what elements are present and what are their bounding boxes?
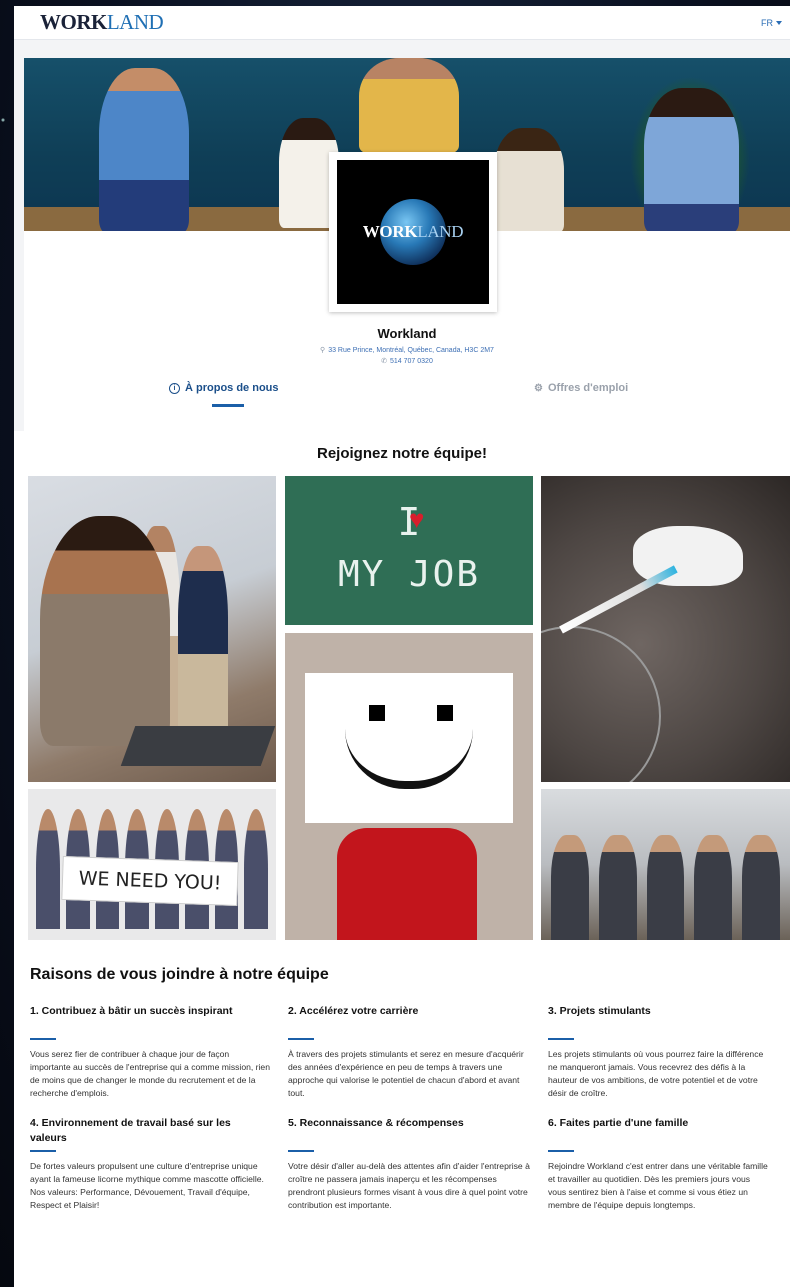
photo-office-team	[541, 789, 790, 940]
photo-we-need-you: WE NEED YOU!	[28, 789, 276, 940]
company-info: Workland ⚲ 33 Rue Prince, Montréal, Québe…	[24, 326, 790, 367]
we-need-you-sign: WE NEED YOU!	[61, 855, 239, 907]
smiley-icon	[305, 673, 513, 823]
reason-item: 5. Reconnaissance & récompenses Votre dé…	[288, 1117, 530, 1210]
workland-logo[interactable]: WORKLAND	[40, 10, 164, 35]
gallery-title: Rejoignez notre équipe!	[316, 445, 487, 462]
reasons-section: Raisons de vous joindre à notre équipe 1…	[14, 966, 790, 1212]
chevron-down-icon	[776, 20, 782, 25]
tab-job-offers[interactable]: ⚙ Offres d'emploi	[534, 382, 628, 394]
location-pin-icon: ⚲	[320, 347, 326, 354]
reason-item: 2. Accélérez votre carrière À travers de…	[288, 1005, 524, 1098]
company-name: Workland	[377, 326, 437, 341]
reason-item: 6. Faites partie d'une famille Rejoindre…	[548, 1117, 768, 1210]
reasons-title: Raisons de vous joindre à notre équipe	[30, 966, 329, 983]
reason-item: 4. Environnement de travail basé sur les…	[30, 1117, 264, 1210]
language-label: FR	[761, 17, 773, 28]
photo-gallery: I ♥ MY JOB WE NEED YOU!	[28, 476, 790, 940]
company-address[interactable]: ⚲ 33 Rue Prince, Montréal, Québec, Canada…	[24, 345, 790, 356]
company-profile-card: WORKLAND Workland ⚲ 33 Rue Prince, Montré…	[24, 58, 790, 431]
active-tab-indicator	[212, 404, 244, 407]
top-navbar: WORKLAND FR	[14, 6, 790, 40]
briefcase-icon: ⚙	[534, 382, 543, 394]
profile-area: WORKLAND Workland ⚲ 33 Rue Prince, Montré…	[14, 40, 790, 431]
phone-icon: ✆	[381, 358, 388, 365]
heart-icon: ♥	[409, 504, 425, 534]
reason-item: 1. Contribuez à bâtir un succès inspiran…	[30, 1005, 270, 1098]
company-page: WORKLAND FR WORKLAND Workland ⚲ 33 Rue P…	[14, 6, 790, 1287]
photo-smiley-sheet	[285, 633, 533, 940]
profile-tabs: i À propos de nous ⚙ Offres d'emploi	[24, 382, 790, 412]
photo-chalkboard: I ♥ MY JOB	[285, 476, 533, 625]
photo-woman-laptop	[28, 476, 276, 782]
company-phone[interactable]: ✆ 514 707 0320	[24, 356, 790, 367]
info-icon: i	[169, 382, 180, 394]
tab-about-us[interactable]: i À propos de nous	[169, 382, 279, 394]
reasons-grid: 1. Contribuez à bâtir un succès inspiran…	[30, 1004, 790, 1212]
reason-item: 3. Projets stimulants Les projets stimul…	[548, 1005, 764, 1098]
company-logo: WORKLAND	[329, 152, 497, 312]
photo-compass	[541, 476, 790, 782]
language-selector[interactable]: FR	[761, 18, 782, 28]
